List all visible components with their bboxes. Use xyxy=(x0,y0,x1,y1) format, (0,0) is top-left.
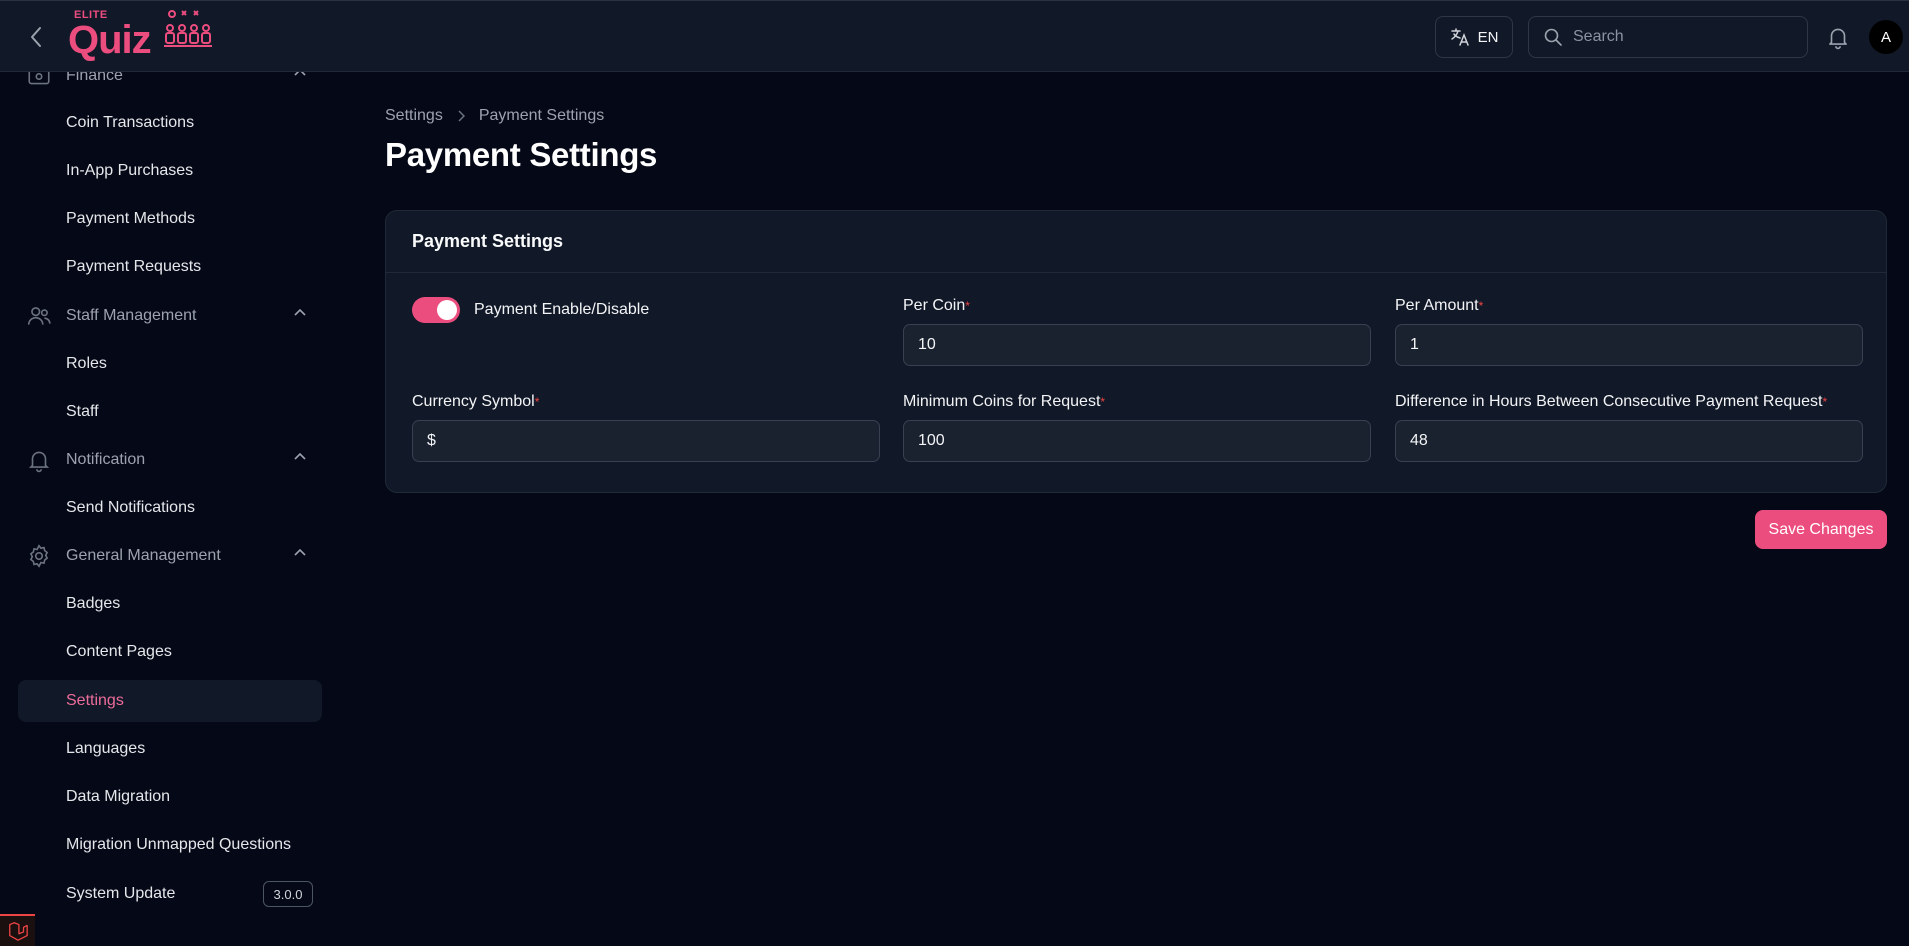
sidebar-item-send-notifications[interactable]: Send Notifications xyxy=(18,487,322,529)
translate-icon xyxy=(1450,28,1469,46)
save-changes-button[interactable]: Save Changes xyxy=(1755,510,1887,549)
wallet-icon xyxy=(28,72,50,85)
version-badge: 3.0.0 xyxy=(263,881,313,907)
sidebar-item-badges[interactable]: Badges xyxy=(18,583,322,625)
gear-icon xyxy=(29,544,49,568)
required-mark: * xyxy=(1100,395,1106,409)
sidebar-item-roles[interactable]: Roles xyxy=(18,343,322,385)
per-amount-field: Per Amount* xyxy=(1395,296,1863,366)
chevron-up-icon xyxy=(294,308,306,316)
difference-hours-input[interactable] xyxy=(1395,420,1863,462)
language-switcher[interactable]: EN xyxy=(1435,16,1513,58)
sidebar-item-settings[interactable]: Settings xyxy=(18,680,322,722)
laravel-icon[interactable] xyxy=(0,914,35,946)
breadcrumb-settings-link[interactable]: Settings xyxy=(385,107,443,125)
per-coin-label: Per Coin* xyxy=(903,297,970,314)
logo-quiz-text: Quiz xyxy=(68,18,152,62)
currency-symbol-label: Currency Symbol* xyxy=(412,393,540,410)
sidebar-item-data-migration[interactable]: Data Migration xyxy=(18,776,322,818)
payment-toggle-row: Payment Enable/Disable xyxy=(412,297,649,323)
page-title: Payment Settings xyxy=(385,136,658,173)
sidebar-item-migration-unmapped-questions[interactable]: Migration Unmapped Questions xyxy=(18,824,322,866)
chevron-up-icon xyxy=(294,72,306,76)
payment-enable-toggle[interactable] xyxy=(412,297,460,323)
sidebar-item-coin-transactions[interactable]: Coin Transactions xyxy=(18,102,322,144)
payment-settings-card: Payment Settings Payment Enable/Disable … xyxy=(385,210,1887,493)
sidebar-item-content-pages[interactable]: Content Pages xyxy=(18,631,322,673)
back-arrow-icon[interactable] xyxy=(22,23,50,51)
min-coins-label: Minimum Coins for Request* xyxy=(903,393,1106,410)
payment-toggle-label: Payment Enable/Disable xyxy=(474,301,650,318)
currency-symbol-input[interactable] xyxy=(412,420,880,462)
sidebar-item-languages[interactable]: Languages xyxy=(18,728,322,770)
app-logo[interactable]: ELITE Quiz xyxy=(68,8,213,62)
top-bar: ELITE Quiz EN Search A xyxy=(0,0,1909,72)
sidebar-group-label: Notification xyxy=(66,451,146,468)
currency-symbol-field: Currency Symbol* xyxy=(412,392,880,462)
required-mark: * xyxy=(965,299,970,313)
min-coins-input[interactable] xyxy=(903,420,1371,462)
difference-hours-label: Difference in Hours Between Consecutive … xyxy=(1395,393,1828,410)
sidebar: Finance Coin Transactions In-App Purchas… xyxy=(0,72,340,946)
toggle-knob xyxy=(437,300,457,320)
min-coins-field: Minimum Coins for Request* xyxy=(903,392,1371,462)
required-mark: * xyxy=(534,395,540,409)
required-mark: * xyxy=(1822,395,1828,409)
sidebar-group-notification[interactable]: Notification xyxy=(18,440,322,480)
per-amount-input[interactable] xyxy=(1395,324,1863,366)
sidebar-item-in-app-purchases[interactable]: In-App Purchases xyxy=(18,150,322,192)
language-label: EN xyxy=(1477,28,1499,46)
bell-icon xyxy=(28,451,50,473)
notification-bell-icon[interactable] xyxy=(1825,24,1851,50)
search-input[interactable] xyxy=(1573,28,1793,46)
sidebar-group-general-management[interactable]: General Management xyxy=(18,536,322,576)
user-avatar[interactable]: A xyxy=(1869,20,1903,54)
required-mark: * xyxy=(1478,299,1484,313)
search-bar[interactable] xyxy=(1528,16,1808,58)
card-title: Payment Settings xyxy=(386,211,1886,273)
sidebar-group-finance[interactable]: Finance xyxy=(18,72,322,96)
sidebar-group-staff-management[interactable]: Staff Management xyxy=(18,296,322,336)
users-icon xyxy=(27,307,51,325)
per-coin-input[interactable] xyxy=(903,324,1371,366)
chevron-up-icon xyxy=(294,452,306,460)
logo-people-icon xyxy=(164,10,212,47)
per-amount-label: Per Amount* xyxy=(1395,297,1484,314)
difference-hours-field: Difference in Hours Between Consecutive … xyxy=(1395,392,1863,462)
per-coin-field: Per Coin* xyxy=(903,296,1371,366)
chevron-right-icon xyxy=(458,110,465,122)
sidebar-group-label: General Management xyxy=(66,547,221,564)
breadcrumb: Settings Payment Settings xyxy=(385,107,604,125)
sidebar-group-label: Finance xyxy=(66,72,123,84)
search-icon xyxy=(1544,28,1562,46)
sidebar-item-payment-methods[interactable]: Payment Methods xyxy=(18,198,322,240)
chevron-up-icon xyxy=(294,548,306,556)
sidebar-item-payment-requests[interactable]: Payment Requests xyxy=(18,246,322,288)
sidebar-group-label: Staff Management xyxy=(66,307,197,324)
breadcrumb-current: Payment Settings xyxy=(478,107,605,124)
sidebar-item-staff[interactable]: Staff xyxy=(18,391,322,433)
